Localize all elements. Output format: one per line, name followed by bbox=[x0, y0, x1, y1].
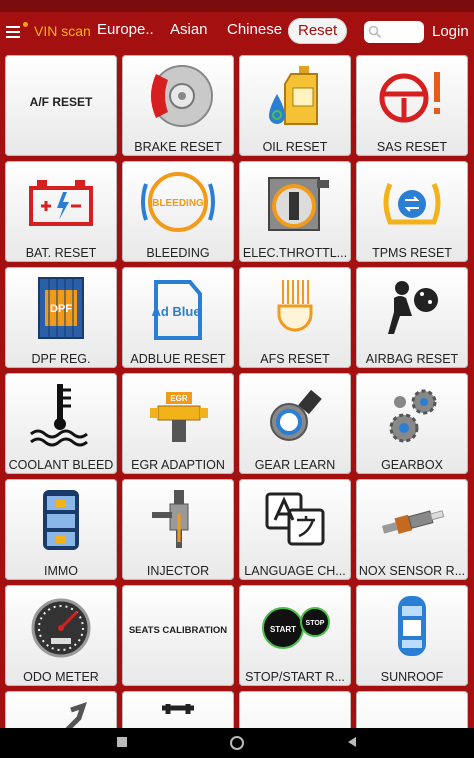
throttle-icon bbox=[268, 177, 329, 231]
tile-label: ODO METER bbox=[23, 670, 99, 684]
tile-label: STOP/START R... bbox=[245, 670, 345, 684]
tools-icon bbox=[162, 704, 194, 714]
status-bar bbox=[0, 0, 474, 12]
dpf-icon: DPF bbox=[38, 277, 84, 339]
tile-label: AIRBAG RESET bbox=[365, 352, 459, 366]
oil-bottle-icon bbox=[269, 66, 318, 125]
tile-label: TPMS RESET bbox=[372, 246, 452, 260]
stop-icon-text: STOP bbox=[306, 620, 325, 627]
tile-label: SAS RESET bbox=[376, 140, 448, 154]
tile-center-text: A/F RESET bbox=[29, 95, 93, 109]
wrench-icon bbox=[65, 702, 87, 728]
tile-brake-reset[interactable]: BRAKE RESET bbox=[122, 55, 234, 156]
tile-label: OIL RESET bbox=[262, 140, 328, 154]
nox-sensor-icon bbox=[381, 510, 445, 534]
tile-label: BLEEDING bbox=[146, 246, 210, 260]
recents-icon[interactable] bbox=[115, 735, 129, 749]
tile-label: ADBLUE RESET bbox=[130, 352, 226, 366]
tile-bleeding[interactable]: BLEEDING BLEEDING bbox=[122, 161, 234, 262]
tile-bat-reset[interactable]: BAT. RESET bbox=[5, 161, 117, 262]
tile-egr-adaption[interactable]: EGR EGR ADAPTION bbox=[122, 373, 234, 474]
tile-partial-2[interactable] bbox=[122, 691, 234, 728]
tile-label: BAT. RESET bbox=[25, 246, 97, 260]
back-icon[interactable] bbox=[345, 735, 359, 749]
odometer-icon bbox=[31, 598, 91, 658]
tile-label: DPF REG. bbox=[31, 352, 91, 366]
tile-tpms-reset[interactable]: TPMS RESET bbox=[356, 161, 468, 262]
tile-label: INJECTOR bbox=[146, 564, 210, 578]
stop-start-icon: START STOP bbox=[262, 607, 330, 649]
bleeding-icon: BLEEDING bbox=[141, 172, 215, 232]
coolant-icon bbox=[30, 384, 88, 447]
android-nav-bar bbox=[0, 728, 474, 758]
egr-icon: EGR bbox=[150, 392, 208, 442]
top-bar: VIN scan Europe.. Asian Chinese Reset Lo… bbox=[0, 12, 474, 52]
tile-gear-learn[interactable]: GEAR LEARN bbox=[239, 373, 351, 474]
tile-label: AFS RESET bbox=[260, 352, 330, 366]
tab-chinese[interactable]: Chinese bbox=[227, 21, 282, 38]
tile-af-reset[interactable]: A/F RESET bbox=[5, 55, 117, 156]
tile-label: EGR ADAPTION bbox=[131, 458, 225, 472]
tile-gearbox[interactable]: GEARBOX bbox=[356, 373, 468, 474]
tile-oil-reset[interactable]: OIL RESET bbox=[239, 55, 351, 156]
tile-sas-reset[interactable]: SAS RESET bbox=[356, 55, 468, 156]
notification-dot bbox=[23, 22, 28, 27]
search-icon bbox=[368, 25, 382, 39]
tile-elec-throttle[interactable]: ELEC.THROTTL... bbox=[239, 161, 351, 262]
home-icon[interactable] bbox=[229, 735, 245, 751]
tile-language-change[interactable]: LANGUAGE CH... bbox=[239, 479, 351, 580]
gear-learn-icon bbox=[270, 389, 322, 441]
language-icon bbox=[265, 492, 325, 546]
immo-icon bbox=[43, 490, 79, 550]
tab-europe[interactable]: Europe.. bbox=[97, 21, 154, 38]
adblue-icon-text: Ad Blue bbox=[151, 304, 200, 319]
tile-label: NOX SENSOR R... bbox=[358, 564, 466, 578]
sunroof-icon bbox=[398, 596, 426, 656]
function-grid: A/F RESET BRAKE RESET OIL RESET SAS RESE… bbox=[0, 52, 474, 728]
tile-airbag-reset[interactable]: AIRBAG RESET bbox=[356, 267, 468, 368]
injector-icon bbox=[152, 490, 189, 548]
tile-label: LANGUAGE CH... bbox=[244, 564, 346, 578]
tile-center-text: SEATS CALIBRATION bbox=[128, 625, 228, 636]
tile-sunroof[interactable]: SUNROOF bbox=[356, 585, 468, 686]
egr-icon-text: EGR bbox=[170, 394, 188, 403]
battery-icon bbox=[29, 180, 93, 226]
start-icon-text: START bbox=[270, 625, 296, 634]
tile-seats-calibration[interactable]: SEATS CALIBRATION bbox=[122, 585, 234, 686]
airbag-icon bbox=[388, 281, 438, 334]
adblue-icon: Ad Blue bbox=[151, 280, 202, 340]
tile-immo[interactable]: IMMO bbox=[5, 479, 117, 580]
tile-label: GEARBOX bbox=[381, 458, 443, 472]
tab-asian[interactable]: Asian bbox=[170, 21, 208, 38]
login-button[interactable]: Login bbox=[432, 23, 469, 40]
tile-coolant-bleed[interactable]: COOLANT BLEED bbox=[5, 373, 117, 474]
tile-label: IMMO bbox=[43, 564, 79, 578]
tile-label: ELEC.THROTTL... bbox=[242, 246, 348, 260]
tile-nox-sensor-reset[interactable]: NOX SENSOR R... bbox=[356, 479, 468, 580]
tile-odo-meter[interactable]: ODO METER bbox=[5, 585, 117, 686]
gearbox-icon bbox=[389, 389, 437, 443]
tile-label: GEAR LEARN bbox=[254, 458, 336, 472]
tile-afs-reset[interactable]: AFS RESET bbox=[239, 267, 351, 368]
dpf-icon-text: DPF bbox=[50, 303, 72, 315]
tab-reset[interactable]: Reset bbox=[288, 18, 348, 44]
tile-label: COOLANT BLEED bbox=[8, 458, 114, 472]
headlight-icon bbox=[277, 280, 313, 332]
tile-label: SUNROOF bbox=[380, 670, 444, 684]
tile-dpf-reg[interactable]: DPF DPF REG. bbox=[5, 267, 117, 368]
bleeding-icon-text: BLEEDING bbox=[152, 198, 204, 209]
tile-adblue-reset[interactable]: Ad Blue ADBLUE RESET bbox=[122, 267, 234, 368]
menu-icon[interactable] bbox=[6, 26, 20, 38]
brake-disc-icon bbox=[151, 65, 213, 127]
vin-scan-button[interactable]: VIN scan bbox=[34, 23, 91, 39]
tile-partial-1[interactable] bbox=[5, 691, 117, 728]
search-input[interactable] bbox=[364, 21, 424, 43]
tile-stop-start-reset[interactable]: START STOP STOP/START R... bbox=[239, 585, 351, 686]
steering-warning-icon bbox=[379, 72, 440, 123]
tpms-icon bbox=[383, 182, 441, 225]
tile-partial-4[interactable] bbox=[356, 691, 468, 728]
tile-partial-3[interactable] bbox=[239, 691, 351, 728]
tile-injector[interactable]: INJECTOR bbox=[122, 479, 234, 580]
tile-label: BRAKE RESET bbox=[134, 140, 222, 154]
